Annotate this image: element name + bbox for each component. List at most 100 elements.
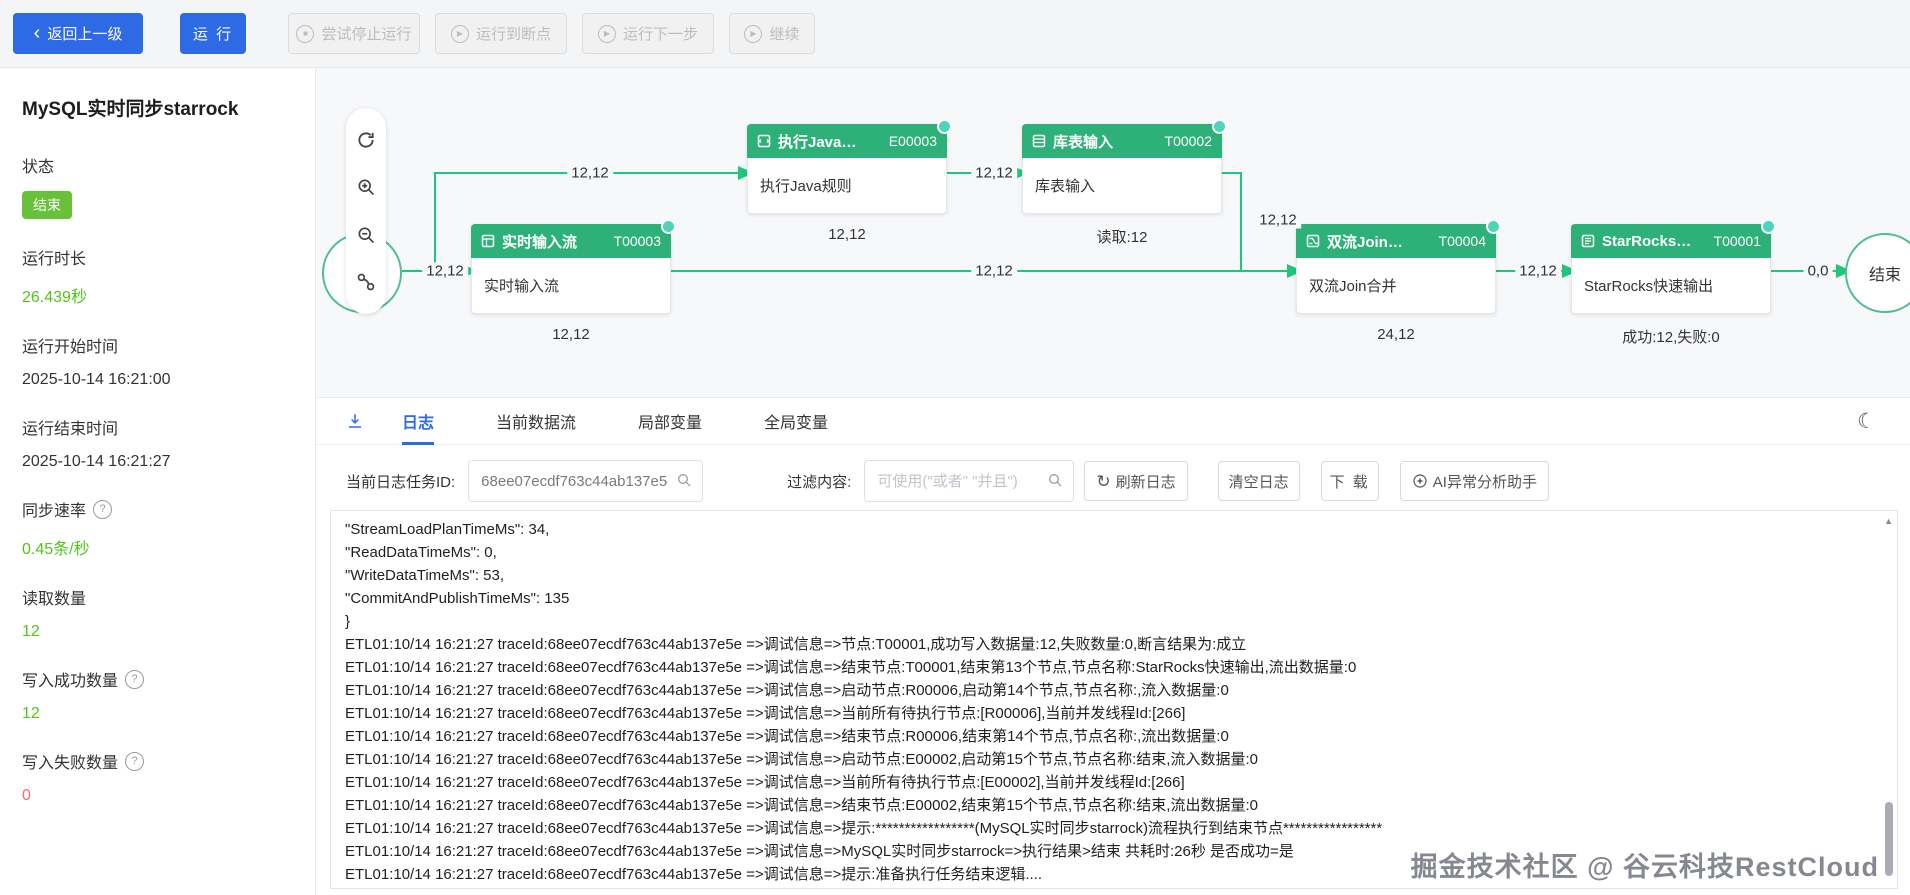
write-fail-label: 写入失败数量 [22,755,119,772]
log-line: ETL01:10/14 16:21:27 traceId:68ee07ecdf7… [345,728,1229,745]
panel-tabs: 日志 当前数据流 局部变量 全局变量 ☾ [316,398,1910,445]
log-controls: 当前日志任务ID: 过滤内容: ↻ 刷新日志 清空日志 下 载 [316,445,1910,503]
help-icon[interactable]: ? [125,669,145,689]
duration-field: 运行时长 26.439秒 [22,245,289,307]
search-icon[interactable] [676,472,692,493]
node-port-dot[interactable] [661,219,676,234]
tab-current-dataflow[interactable]: 当前数据流 [496,398,576,444]
run-next-step-button[interactable]: ▶ 运行下一步 [582,13,714,54]
run-to-breakpoint-button[interactable]: ▶ 运行到断点 [435,13,567,54]
edge-label: 0,0 [1803,262,1833,280]
node-code: T00001 [1713,233,1761,249]
log-line: } [345,613,351,630]
sync-rate-label: 同步速率 [22,503,87,520]
task-id-input[interactable] [468,460,704,502]
node-dual-stream-join[interactable]: 双流Join… T00004 双流Join合并 24,12 [1296,219,1501,343]
task-id-label: 当前日志任务ID: [346,473,456,491]
download-log-button[interactable]: 下 载 [1320,461,1379,501]
node-port-dot[interactable] [1486,219,1501,234]
edge-label: 12,12 [971,262,1017,280]
node-port-dot[interactable] [1761,219,1776,234]
log-line: ETL01:10/14 16:21:27 traceId:68ee07ecdf7… [345,866,1043,883]
node-code: T00004 [1438,233,1486,249]
node-description: 双流Join合并 [1296,258,1496,314]
fit-view-icon[interactable] [354,270,378,294]
download-log-icon[interactable] [346,412,364,430]
clear-log-button[interactable]: 清空日志 [1217,461,1300,501]
log-line: ETL01:10/14 16:21:27 traceId:68ee07ecdf7… [345,682,1229,699]
ai-analysis-button[interactable]: AI异常分析助手 [1399,461,1549,501]
refresh-log-button[interactable]: ↻ 刷新日志 [1084,461,1188,501]
dark-mode-icon[interactable]: ☾ [1851,408,1882,435]
node-java-rule[interactable]: 执行Java… E00003 执行Java规则 12,12 [747,119,952,243]
log-line: "WriteDataTimeMs": 53, [345,567,505,584]
play-icon: ▶ [744,24,763,43]
log-line: ETL01:10/14 16:21:27 traceId:68ee07ecdf7… [345,843,1294,860]
log-line: "ReadDataTimeMs": 0, [345,544,497,561]
sync-rate-field: 同步速率 ? 0.45条/秒 [22,497,289,559]
edge-label: 12,12 [422,262,468,280]
node-port-dot[interactable] [937,119,952,134]
node-description: 实时输入流 [471,258,671,314]
sync-rate-value: 0.45条/秒 [22,541,90,558]
edge-label: 12,12 [971,164,1017,182]
node-port-dot[interactable] [1212,119,1227,134]
node-stat: 24,12 [1377,326,1415,343]
java-rule-icon [757,134,771,148]
end-time-label: 运行结束时间 [22,421,119,438]
node-title: 库表输入 [1053,133,1114,151]
stop-run-button[interactable]: ■ 尝试停止运行 [288,13,420,54]
join-icon [1306,234,1320,248]
back-button[interactable]: ‹ 返回上一级 [13,13,143,54]
write-success-field: 写入成功数量 ? 12 [22,667,289,723]
stop-run-label: 尝试停止运行 [321,26,412,43]
tab-log[interactable]: 日志 [402,398,435,445]
filter-input[interactable] [864,460,1075,502]
refresh-log-label: 刷新日志 [1115,473,1176,491]
search-icon[interactable] [1047,472,1063,493]
help-icon[interactable]: ? [125,751,145,771]
node-title: 执行Java… [778,133,857,151]
node-stat: 读取:12 [1096,229,1148,246]
node-title: 双流Join… [1327,233,1403,251]
node-stat: 12,12 [552,326,590,343]
edge-label: 12,12 [567,164,613,182]
continue-button[interactable]: ▶ 继续 [729,13,815,54]
write-fail-value: 0 [22,787,31,804]
zoom-in-icon[interactable] [354,175,378,199]
write-success-label: 写入成功数量 [22,673,119,690]
chevron-left-icon: ‹ [33,21,41,44]
scrollbar-thumb[interactable] [1885,802,1893,876]
end-time-field: 运行结束时间 2025-10-14 16:21:27 [22,415,289,471]
node-realtime-input[interactable]: 实时输入流 T00003 实时输入流 12,12 [471,219,676,343]
node-code: T00002 [1164,133,1212,149]
tab-local-variables[interactable]: 局部变量 [638,398,702,444]
write-success-value: 12 [22,705,40,722]
ai-icon [1413,474,1427,488]
start-time-value: 2025-10-14 16:21:00 [22,371,171,388]
log-viewer[interactable]: "StreamLoadPlanTimeMs": 34, "ReadDataTime… [330,510,1898,889]
node-table-input[interactable]: 库表输入 T00002 库表输入 读取:12 [1022,119,1227,246]
flow-canvas[interactable]: 实时输入流 T00003 实时输入流 12,12 执行Java… E00003 … [316,68,1910,397]
node-title: StarRocks… [1602,232,1692,250]
scroll-up-icon[interactable]: ▲ [1884,516,1893,526]
run-button[interactable]: 运 行 [180,13,246,54]
read-count-field: 读取数量 12 [22,585,289,641]
filter-label: 过滤内容: [787,473,852,491]
stop-icon: ■ [296,24,315,43]
node-starrocks-output[interactable]: StarRocks… T00001 StarRocks快速输出 成功:12,失败… [1571,219,1776,346]
node-description: StarRocks快速输出 [1571,258,1771,314]
log-lines: "StreamLoadPlanTimeMs": 34, "ReadDataTime… [331,511,1897,886]
help-icon[interactable]: ? [93,499,113,519]
start-time-field: 运行开始时间 2025-10-14 16:21:00 [22,333,289,389]
zoom-out-icon[interactable] [354,223,378,247]
ai-analysis-label: AI异常分析助手 [1432,473,1537,491]
run-to-breakpoint-label: 运行到断点 [475,26,551,43]
run-info-sidebar: MySQL实时同步starrock 状态 结束 运行时长 26.439秒 运行开… [0,68,316,895]
node-description: 库表输入 [1022,158,1222,214]
tab-global-variables[interactable]: 全局变量 [764,398,828,444]
canvas-toolbar [346,108,386,314]
refresh-canvas-icon[interactable] [354,128,378,152]
node-title: 实时输入流 [502,233,578,251]
read-count-label: 读取数量 [22,591,87,608]
